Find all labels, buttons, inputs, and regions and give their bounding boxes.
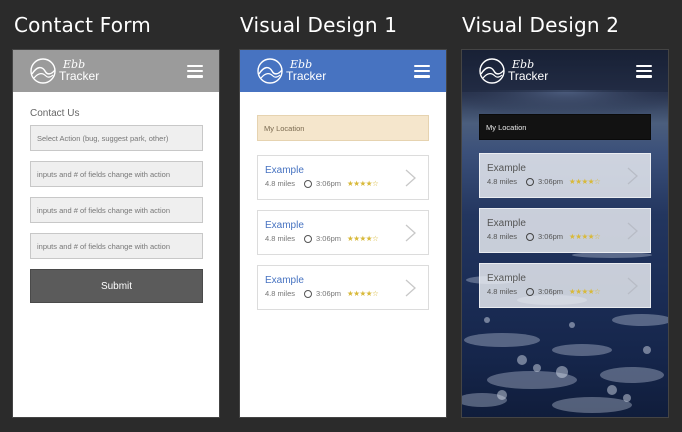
chevron-right-icon <box>405 169 416 187</box>
location-input[interactable]: My Location <box>479 114 651 140</box>
action-select[interactable]: Select Action (bug, suggest park, other) <box>30 125 203 151</box>
card-time: 3:06pm <box>538 177 564 186</box>
form-input-3[interactable]: inputs and # of fields change with actio… <box>30 233 203 259</box>
app-header: Ebb Tracker <box>462 50 668 92</box>
card-distance: 4.8 miles <box>265 234 296 243</box>
card-time: 3:06pm <box>316 179 342 188</box>
heading-visual-design-2: Visual Design 2 <box>462 13 620 37</box>
card-time: 3:06pm <box>316 289 342 298</box>
app-logo[interactable]: Ebb Tracker <box>478 58 548 84</box>
app-header: Ebb Tracker <box>240 50 446 92</box>
clock-icon <box>304 289 313 298</box>
chevron-right-icon <box>627 222 638 240</box>
location-card[interactable]: Example 4.8 miles 3:06pm ★★★★☆ <box>257 155 429 200</box>
hamburger-menu-icon[interactable] <box>636 64 652 78</box>
visual-design-2-mockup: Ebb Tracker My Location Example 4.8 mile… <box>461 49 669 418</box>
location-card[interactable]: Example 4.8 miles 3:06pm ★★★★☆ <box>257 210 429 255</box>
clock-icon <box>526 232 535 241</box>
chevron-right-icon <box>405 279 416 297</box>
clock-icon <box>526 177 535 186</box>
location-card[interactable]: Example 4.8 miles 3:06pm ★★★★☆ <box>479 208 651 253</box>
star-rating: ★★★★☆ <box>347 289 379 298</box>
card-distance: 4.8 miles <box>265 289 296 298</box>
card-time: 3:06pm <box>538 287 564 296</box>
logo-wave-icon <box>257 58 283 84</box>
star-rating: ★★★★☆ <box>569 287 601 296</box>
form-input-1[interactable]: inputs and # of fields change with actio… <box>30 161 203 187</box>
logo-wave-icon <box>479 58 505 84</box>
app-header: Ebb Tracker <box>13 50 219 92</box>
clock-icon <box>304 234 313 243</box>
app-logo[interactable]: Ebb Tracker <box>29 58 99 84</box>
hamburger-menu-icon[interactable] <box>414 64 430 78</box>
heading-visual-design-1: Visual Design 1 <box>240 13 398 37</box>
heading-contact-form: Contact Form <box>14 13 151 37</box>
location-input[interactable]: My Location <box>257 115 429 141</box>
star-rating: ★★★★☆ <box>569 177 601 186</box>
card-distance: 4.8 miles <box>487 232 518 241</box>
app-logo[interactable]: Ebb Tracker <box>256 58 326 84</box>
submit-button[interactable]: Submit <box>30 269 203 303</box>
location-card[interactable]: Example 4.8 miles 3:06pm ★★★★☆ <box>479 153 651 198</box>
logo-wave-icon <box>30 58 56 84</box>
clock-icon <box>304 179 313 188</box>
chevron-right-icon <box>627 167 638 185</box>
visual-design-1-mockup: Ebb Tracker My Location Example 4.8 mile… <box>239 49 447 418</box>
hamburger-menu-icon[interactable] <box>187 64 203 78</box>
location-card[interactable]: Example 4.8 miles 3:06pm ★★★★☆ <box>257 265 429 310</box>
star-rating: ★★★★☆ <box>347 234 379 243</box>
card-distance: 4.8 miles <box>265 179 296 188</box>
form-input-2[interactable]: inputs and # of fields change with actio… <box>30 197 203 223</box>
card-time: 3:06pm <box>316 234 342 243</box>
star-rating: ★★★★☆ <box>569 232 601 241</box>
logo-text-tracker: Tracker <box>286 68 327 83</box>
card-distance: 4.8 miles <box>487 177 518 186</box>
card-time: 3:06pm <box>538 232 564 241</box>
logo-text-tracker: Tracker <box>508 68 549 83</box>
form-title: Contact Us <box>30 108 80 119</box>
chevron-right-icon <box>627 277 638 295</box>
logo-text-tracker: Tracker <box>59 68 100 83</box>
clock-icon <box>526 287 535 296</box>
location-card[interactable]: Example 4.8 miles 3:06pm ★★★★☆ <box>479 263 651 308</box>
chevron-right-icon <box>405 224 416 242</box>
contact-form-mockup: Ebb Tracker Contact Us Select Action (bu… <box>12 49 220 418</box>
star-rating: ★★★★☆ <box>347 179 379 188</box>
card-distance: 4.8 miles <box>487 287 518 296</box>
